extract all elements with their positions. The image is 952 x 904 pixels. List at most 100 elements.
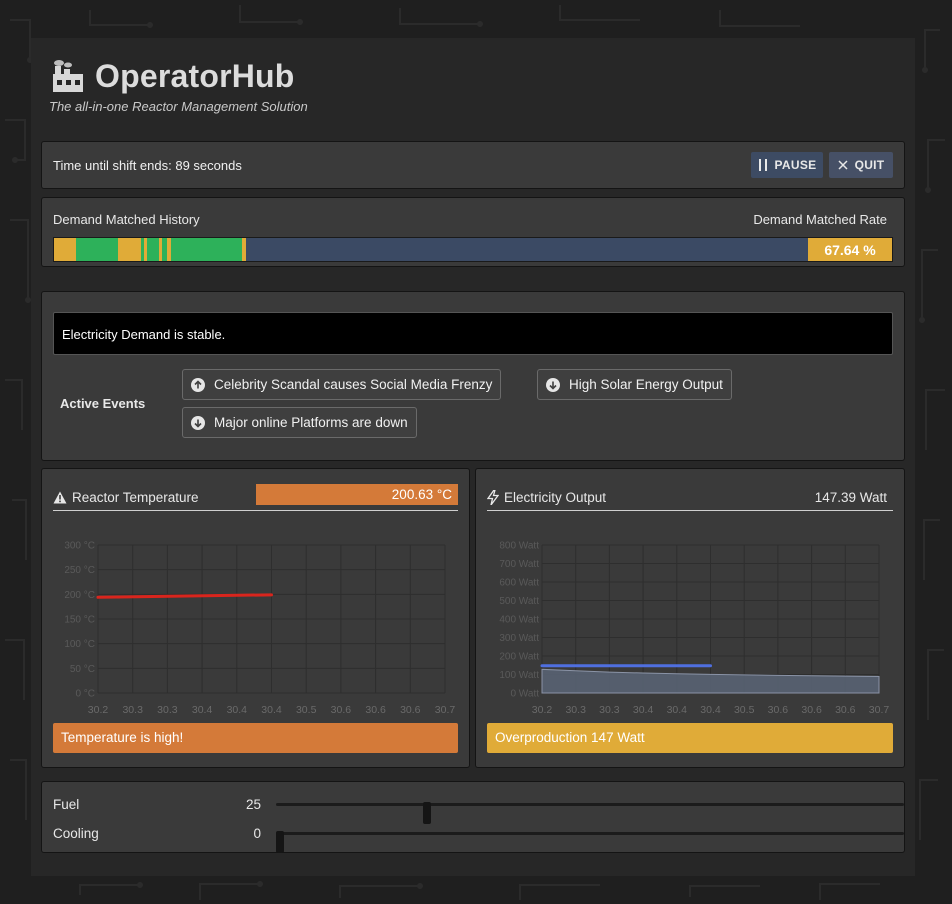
demand-history-segment [117, 238, 142, 261]
factory-icon [53, 59, 83, 92]
y-tick-label: 300 °C [64, 541, 95, 552]
x-tick-label: 30.4 [227, 704, 248, 716]
cooling-control: Cooling 0 [53, 824, 904, 853]
x-tick-label: 30.5 [296, 704, 317, 716]
demand-history-bar: 67.64 % [53, 237, 893, 262]
x-tick-label: 30.4 [192, 704, 213, 716]
demand-panel: Demand Matched History Demand Matched Ra… [41, 197, 905, 267]
electricity-chart: 0 Watt 100 Watt 200 Watt 300 Watt 400 Watt 50… [499, 541, 889, 717]
electricity-value: 147.39 Watt [814, 490, 887, 505]
pause-button[interactable]: PAUSE [751, 152, 823, 178]
x-tick-label: 30.4 [667, 704, 688, 716]
y-tick-label: 700 Watt [499, 559, 539, 570]
app-subtitle: The all-in-one Reactor Management Soluti… [49, 99, 308, 114]
cooling-value: 0 [253, 826, 261, 841]
event-label: High Solar Energy Output [569, 377, 723, 392]
shift-timer: Time until shift ends: 89 seconds [53, 158, 242, 173]
y-tick-label: 0 Watt [510, 689, 539, 700]
temperature-chart: 0 °C 50 °C 100 °C 150 °C 200 °C 250 °C 300 °C 3… [64, 541, 456, 717]
demand-history-segment [241, 238, 246, 261]
quit-button[interactable]: QUIT [829, 152, 893, 178]
fuel-label: Fuel [53, 797, 80, 812]
pause-label: PAUSE [774, 158, 817, 172]
app-header: OperatorHub The all-in-one Reactor Manag… [49, 58, 308, 114]
y-tick-label: 200 Watt [499, 652, 539, 663]
x-tick-label: 30.6 [400, 704, 421, 716]
y-tick-label: 150 °C [64, 615, 95, 626]
bolt-icon [487, 490, 499, 505]
y-tick-label: 400 Watt [499, 615, 539, 626]
cooling-slider-track[interactable] [276, 831, 904, 853]
x-tick-label: 30.4 [700, 704, 721, 716]
demand-rate-value: 67.64 % [808, 238, 892, 261]
y-tick-label: 600 Watt [499, 578, 539, 589]
x-tick-label: 30.4 [633, 704, 654, 716]
x-tick-label: 30.3 [122, 704, 143, 716]
electricity-header: Electricity Output 147.39 Watt [487, 485, 893, 511]
pause-icon [758, 159, 767, 171]
cooling-label: Cooling [53, 826, 99, 841]
y-tick-label: 300 Watt [499, 633, 539, 644]
app-window: OperatorHub The all-in-one Reactor Manag… [31, 38, 915, 876]
x-tick-label: 30.2 [532, 704, 553, 716]
x-tick-label: 30.6 [331, 704, 352, 716]
temperature-alert: Temperature is high! [53, 723, 458, 753]
demand-status-message: Electricity Demand is stable. [53, 312, 893, 355]
y-tick-label: 0 °C [75, 689, 95, 700]
temperature-header: Reactor Temperature 200.63 °C [53, 484, 458, 511]
demand-history-segment [167, 238, 172, 261]
demand-history-label: Demand Matched History [53, 212, 200, 227]
cooling-slider-thumb[interactable] [276, 831, 284, 853]
y-tick-label: 100 °C [64, 639, 95, 650]
shift-panel: Time until shift ends: 89 seconds PAUSE … [41, 141, 905, 189]
event-item[interactable]: Celebrity Scandal causes Social Media Fr… [182, 369, 502, 400]
x-tick-label: 30.7 [435, 704, 456, 716]
arrow-down-circle-icon [546, 377, 560, 392]
temperature-value: 200.63 °C [256, 484, 458, 505]
electricity-output-panel: Electricity Output 147.39 Watt 0 Watt 100… [475, 468, 905, 768]
demand-rate-label: Demand Matched Rate [753, 212, 887, 227]
event-item[interactable]: High Solar Energy Output [537, 369, 732, 400]
y-tick-label: 50 °C [70, 664, 95, 675]
reactor-temperature-panel: Reactor Temperature 200.63 °C 0 °C 50 °C 1… [41, 468, 470, 768]
fuel-value: 25 [245, 797, 261, 812]
demand-history-segment [141, 238, 144, 261]
line-series [96, 593, 273, 599]
events-panel: Electricity Demand is stable. Active Eve… [41, 291, 905, 461]
electricity-title: Electricity Output [504, 490, 607, 505]
x-tick-label: 30.4 [261, 704, 282, 716]
fuel-slider-track[interactable] [276, 802, 904, 824]
arrow-up-circle-icon [191, 377, 205, 392]
event-label: Major online Platforms are down [214, 415, 408, 430]
demand-history-segment [54, 238, 76, 261]
y-tick-label: 100 Watt [499, 670, 539, 681]
temperature-title: Reactor Temperature [72, 490, 199, 505]
y-tick-label: 500 Watt [499, 596, 539, 607]
app-title: OperatorHub [95, 58, 295, 94]
controls-panel: Fuel 25 Cooling 0 [41, 781, 905, 853]
event-item[interactable]: Major online Platforms are down [182, 407, 417, 438]
x-tick-label: 30.6 [365, 704, 386, 716]
event-label: Celebrity Scandal causes Social Media Fr… [214, 377, 493, 392]
x-tick-label: 30.3 [565, 704, 586, 716]
demand-history-segment [143, 238, 147, 261]
y-tick-label: 250 °C [64, 565, 95, 576]
y-tick-label: 200 °C [64, 590, 95, 601]
quit-label: QUIT [854, 158, 885, 172]
active-events-label: Active Events [60, 396, 146, 411]
warning-icon [53, 491, 67, 504]
fuel-slider-thumb[interactable] [423, 802, 432, 824]
x-tick-label: 30.6 [768, 704, 789, 716]
demand-history-segment [147, 238, 159, 261]
fuel-control: Fuel 25 [53, 795, 904, 824]
demand-history-segment [171, 238, 242, 261]
electricity-alert: Overproduction 147 Watt [487, 723, 893, 753]
demand-history-segment [75, 238, 118, 261]
demand-history-segment [162, 238, 168, 261]
x-tick-label: 30.3 [157, 704, 178, 716]
x-tick-label: 30.6 [835, 704, 856, 716]
arrow-down-circle-icon [191, 415, 205, 430]
x-tick-label: 30.3 [599, 704, 620, 716]
demand-history-segment [158, 238, 163, 261]
x-tick-label: 30.5 [734, 704, 755, 716]
